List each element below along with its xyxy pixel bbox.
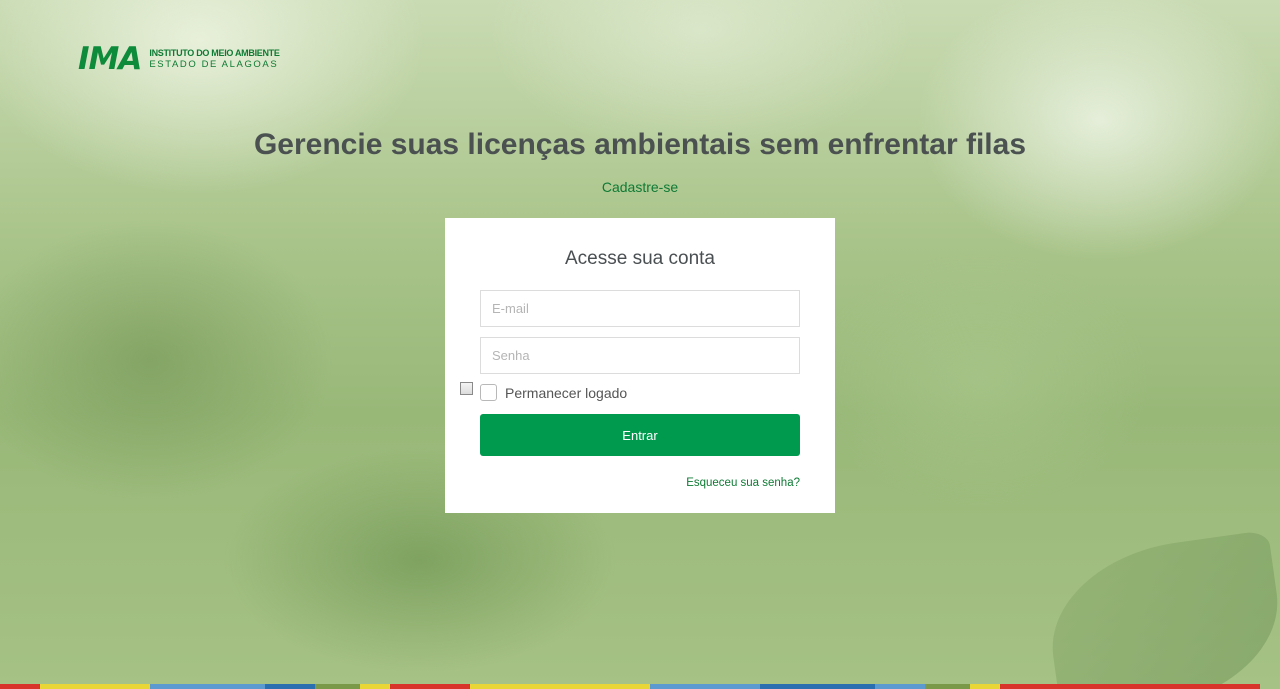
- email-input[interactable]: [480, 290, 800, 327]
- stripe-segment: [760, 684, 875, 689]
- stripe-segment: [390, 684, 470, 689]
- logo-text: INSTITUTO DO MEIO AMBIENTE ESTADO DE ALA…: [149, 47, 280, 71]
- background-leaf: [1039, 529, 1280, 689]
- login-button[interactable]: Entrar: [480, 414, 800, 456]
- login-title: Acesse sua conta: [565, 248, 715, 269]
- remember-checkbox[interactable]: [480, 384, 497, 401]
- remember-native-checkbox[interactable]: [460, 382, 473, 395]
- stripe-segment: [315, 684, 360, 689]
- stripe-segment: [970, 684, 1000, 689]
- stripe-segment: [650, 684, 760, 689]
- logo-line1: INSTITUTO DO MEIO AMBIENTE: [149, 47, 280, 58]
- logo-mark: IMA: [78, 41, 142, 77]
- stripe-segment: [360, 684, 390, 689]
- stripe-segment: [0, 684, 40, 689]
- signup-link[interactable]: Cadastre-se: [602, 179, 678, 195]
- stripe-segment: [40, 684, 150, 689]
- password-input[interactable]: [480, 337, 800, 374]
- login-card: Acesse sua conta Permanecer logado Entra…: [445, 218, 835, 513]
- stripe-segment: [875, 684, 925, 689]
- remember-label[interactable]: Permanecer logado: [505, 385, 627, 401]
- page-headline: Gerencie suas licenças ambientais sem en…: [253, 128, 1027, 161]
- stripe-segment: [925, 684, 970, 689]
- stripe-segment: [265, 684, 315, 689]
- footer-color-stripe: [0, 684, 1280, 689]
- stripe-segment: [1000, 684, 1080, 689]
- stripe-segment: [150, 684, 265, 689]
- stripe-segment: [1080, 684, 1260, 689]
- signup-container: Cadastre-se: [0, 177, 1280, 196]
- forgot-password-link[interactable]: Esqueceu sua senha?: [686, 477, 800, 489]
- logo-line2: ESTADO DE ALAGOAS: [149, 58, 279, 70]
- stripe-segment: [470, 684, 650, 689]
- ima-logo: IMA INSTITUTO DO MEIO AMBIENTE ESTADO DE…: [78, 43, 280, 75]
